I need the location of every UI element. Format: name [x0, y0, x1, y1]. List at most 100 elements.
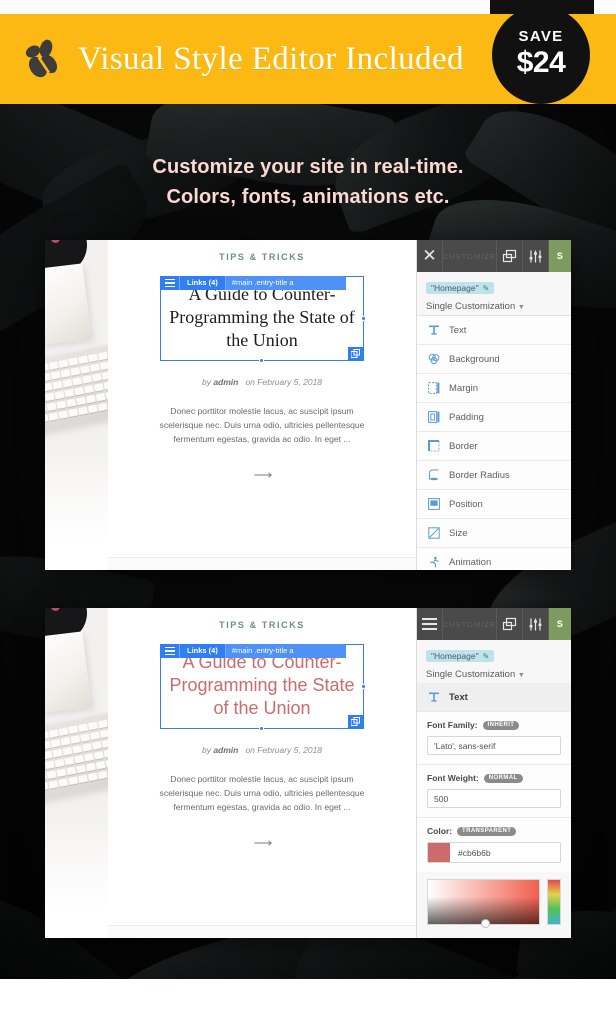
font-weight-field: Font Weight: NORMAL 500 — [417, 765, 571, 818]
hamburger-icon[interactable] — [160, 276, 180, 290]
picker-handle[interactable] — [481, 919, 491, 928]
article-title[interactable]: A Guide to Counter-Programming the State… — [165, 283, 359, 352]
hue-slider[interactable] — [547, 879, 561, 925]
property-label: Border Radius — [449, 469, 510, 481]
tagline: Customize your site in real-time. Colors… — [0, 152, 616, 212]
arrow-right-icon[interactable]: ⟶ — [108, 835, 416, 851]
save-button[interactable]: S — [548, 608, 571, 640]
links-count-label[interactable]: Links (4) — [180, 644, 226, 658]
scope-selector[interactable]: Single Customization ▼ — [426, 301, 562, 312]
bee-icon — [18, 36, 64, 82]
property-row-text[interactable]: Text — [417, 316, 571, 345]
panel-toolbar-title: CUSTOMIZE — [443, 608, 497, 640]
property-row-size[interactable]: Size — [417, 519, 571, 548]
color-swatch[interactable] — [428, 843, 450, 862]
color-input-row[interactable]: #cb6b6b — [427, 842, 561, 863]
size-icon — [427, 527, 440, 540]
byline-by: by — [201, 745, 211, 756]
byline-on: on — [245, 745, 255, 756]
resize-handle-bottom[interactable] — [259, 358, 264, 364]
font-family-input[interactable]: 'Lato', sans-serif — [427, 736, 561, 755]
color-field: Color: TRANSPARENT #cb6b6b — [417, 818, 571, 872]
article-footer-divider — [108, 925, 416, 938]
color-hex-value[interactable]: #cb6b6b — [450, 848, 491, 858]
property-label: Border — [449, 440, 478, 452]
article-title[interactable]: A Guide to Counter-Programming the State… — [165, 651, 359, 720]
document-chip-label: "Homepage" — [431, 283, 479, 293]
text-t-icon — [427, 691, 440, 704]
style-editor-panel-text: CUSTOMIZE S "Homepage" ✎ Single Customiz… — [416, 608, 571, 938]
devices-icon[interactable] — [497, 240, 523, 272]
sliders-icon[interactable] — [523, 608, 549, 640]
font-weight-label: Font Weight: — [427, 773, 479, 783]
property-row-border-radius[interactable]: Border Radius — [417, 461, 571, 490]
caret-down-icon: ▼ — [517, 672, 525, 679]
section-header-text[interactable]: Text — [417, 683, 571, 712]
property-label: Background — [449, 353, 500, 365]
resize-handle-right[interactable] — [361, 315, 366, 321]
promo-banner-title: Visual Style Editor Included — [78, 40, 464, 77]
scope-selector[interactable]: Single Customization ▼ — [426, 669, 562, 680]
editor-screenshot-before: TIPS & TRICKS Links (4) #main .entry-tit… — [45, 240, 571, 570]
document-chip[interactable]: "Homepage" ✎ — [426, 282, 495, 294]
resize-handle-right[interactable] — [361, 683, 366, 689]
panel-toolbar-title: CUSTOMIZE — [443, 240, 497, 272]
close-icon[interactable]: ✕ — [417, 240, 443, 272]
panel-document-header: "Homepage" ✎ Single Customization ▼ — [417, 640, 571, 683]
color-badge[interactable]: TRANSPARENT — [457, 826, 517, 836]
border-radius-icon — [427, 469, 440, 482]
panel-document-header: "Homepage" ✎ Single Customization ▼ — [417, 272, 571, 315]
border-icon — [427, 440, 440, 453]
resize-corner-icon[interactable] — [348, 715, 363, 729]
property-row-border[interactable]: Border — [417, 432, 571, 461]
devices-icon[interactable] — [497, 608, 523, 640]
property-row-position[interactable]: Position — [417, 490, 571, 519]
arrow-right-icon[interactable]: ⟶ — [108, 467, 416, 483]
selection-toolbar[interactable]: Links (4) #main .entry-title a — [160, 644, 346, 658]
tagline-line-2: Colors, fonts, animations etc. — [166, 186, 450, 208]
hamburger-icon[interactable] — [417, 608, 443, 640]
property-row-animation[interactable]: Animation — [417, 548, 571, 570]
panel-toolbar: ✕ CUSTOMIZE S — [417, 240, 571, 272]
property-label: Animation — [449, 556, 492, 568]
article-byline: by admin on February 5, 2018 — [108, 377, 416, 387]
links-count-label[interactable]: Links (4) — [180, 276, 226, 290]
article-preview: TIPS & TRICKS Links (4) #main .entry-tit… — [108, 608, 416, 938]
article-photo — [45, 608, 108, 938]
selected-element-wrapper: Links (4) #main .entry-title a A Guide t… — [160, 644, 366, 732]
font-weight-badge[interactable]: NORMAL — [483, 773, 523, 783]
save-button[interactable]: S — [548, 240, 571, 272]
document-chip[interactable]: "Homepage" ✎ — [426, 650, 495, 662]
pencil-icon[interactable]: ✎ — [483, 284, 490, 293]
byline-author: admin — [213, 377, 239, 388]
editor-screenshot-after: TIPS & TRICKS Links (4) #main .entry-tit… — [45, 608, 571, 938]
document-chip-label: "Homepage" — [431, 651, 479, 661]
selection-toolbar[interactable]: Links (4) #main .entry-title a — [160, 276, 346, 290]
css-selector-label[interactable]: #main .entry-title a — [225, 276, 346, 290]
panel-toolbar: CUSTOMIZE S — [417, 608, 571, 640]
font-weight-input[interactable]: 500 — [427, 789, 561, 808]
font-family-badge[interactable]: INHERIT — [482, 720, 520, 730]
article-excerpt: Donec porttitor molestie lacus, ac susci… — [159, 406, 365, 444]
resize-handle-bottom[interactable] — [259, 726, 264, 732]
property-row-margin[interactable]: Margin — [417, 374, 571, 403]
byline-by: by — [201, 377, 211, 388]
resize-corner-icon[interactable] — [348, 347, 363, 361]
property-row-padding[interactable]: Padding — [417, 403, 571, 432]
property-row-background[interactable]: Background — [417, 345, 571, 374]
property-label: Position — [449, 498, 483, 510]
hamburger-icon[interactable] — [160, 644, 180, 658]
pencil-icon[interactable]: ✎ — [483, 652, 490, 661]
color-label-row: Color: TRANSPARENT — [427, 826, 561, 836]
saturation-value-area[interactable] — [427, 879, 540, 928]
byline-on: on — [245, 377, 255, 388]
article-photo — [45, 240, 108, 570]
property-label: Margin — [449, 382, 479, 394]
position-icon — [427, 498, 440, 511]
sliders-icon[interactable] — [523, 240, 549, 272]
padding-icon — [427, 411, 440, 424]
css-selector-label[interactable]: #main .entry-title a — [225, 644, 346, 658]
article-excerpt: Donec porttitor molestie lacus, ac susci… — [159, 774, 365, 812]
article-kicker: TIPS & TRICKS — [219, 620, 305, 630]
color-picker[interactable] — [417, 872, 571, 928]
